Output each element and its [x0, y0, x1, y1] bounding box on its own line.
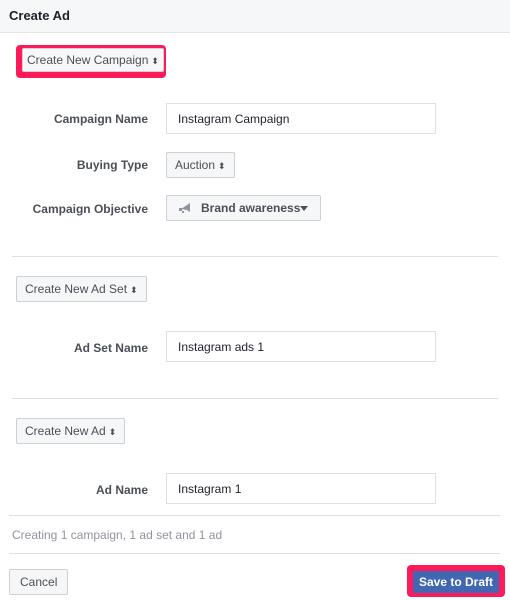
- campaign-objective-value: Brand awareness: [201, 201, 301, 215]
- create-new-campaign-label: Create New Campaign: [27, 53, 149, 67]
- summary-divider-top: [9, 515, 500, 516]
- section-divider: [12, 398, 498, 399]
- create-new-ad-button[interactable]: Create New Ad ⬍: [16, 418, 126, 444]
- create-new-ad-set-label: Create New Ad Set: [25, 282, 128, 296]
- sort-updown-icon: ⬍: [151, 56, 159, 66]
- create-new-ad-label: Create New Ad: [25, 424, 106, 438]
- buying-type-select[interactable]: Auction ⬍: [166, 152, 235, 178]
- campaign-name-label: Campaign Name: [53, 112, 148, 126]
- sort-updown-icon: ⬍: [130, 285, 138, 295]
- campaign-name-input[interactable]: [166, 103, 436, 134]
- create-new-ad-set-button[interactable]: Create New Ad Set ⬍: [16, 276, 147, 302]
- ad-set-name-label: Ad Set Name: [73, 341, 148, 355]
- dialog-title: Create Ad: [9, 8, 70, 23]
- save-to-draft-label: Save to Draft: [418, 575, 494, 589]
- save-to-draft-button[interactable]: Save to Draft: [413, 571, 499, 593]
- megaphone-icon: [179, 203, 190, 213]
- creation-summary-text: Creating 1 campaign, 1 ad set and 1 ad: [12, 528, 223, 542]
- buying-type-value: Auction: [175, 158, 216, 172]
- section-divider: [12, 256, 498, 257]
- caret-down-icon: [300, 206, 308, 211]
- buying-type-label: Buying Type: [76, 158, 148, 172]
- cancel-button[interactable]: Cancel: [9, 569, 69, 595]
- ad-name-label: Ad Name: [95, 483, 148, 497]
- sort-updown-icon: ⬍: [218, 161, 226, 171]
- summary-divider-bottom: [9, 553, 500, 554]
- dialog-header: Create Ad: [0, 0, 510, 33]
- ad-set-name-input[interactable]: [166, 331, 436, 362]
- cancel-label: Cancel: [20, 575, 58, 589]
- create-new-campaign-button[interactable]: Create New Campaign ⬍: [22, 48, 164, 72]
- ad-name-input[interactable]: [166, 473, 436, 504]
- campaign-objective-label: Campaign Objective: [32, 202, 148, 216]
- campaign-objective-select[interactable]: Brand awareness: [166, 195, 321, 221]
- sort-updown-icon: ⬍: [108, 427, 117, 437]
